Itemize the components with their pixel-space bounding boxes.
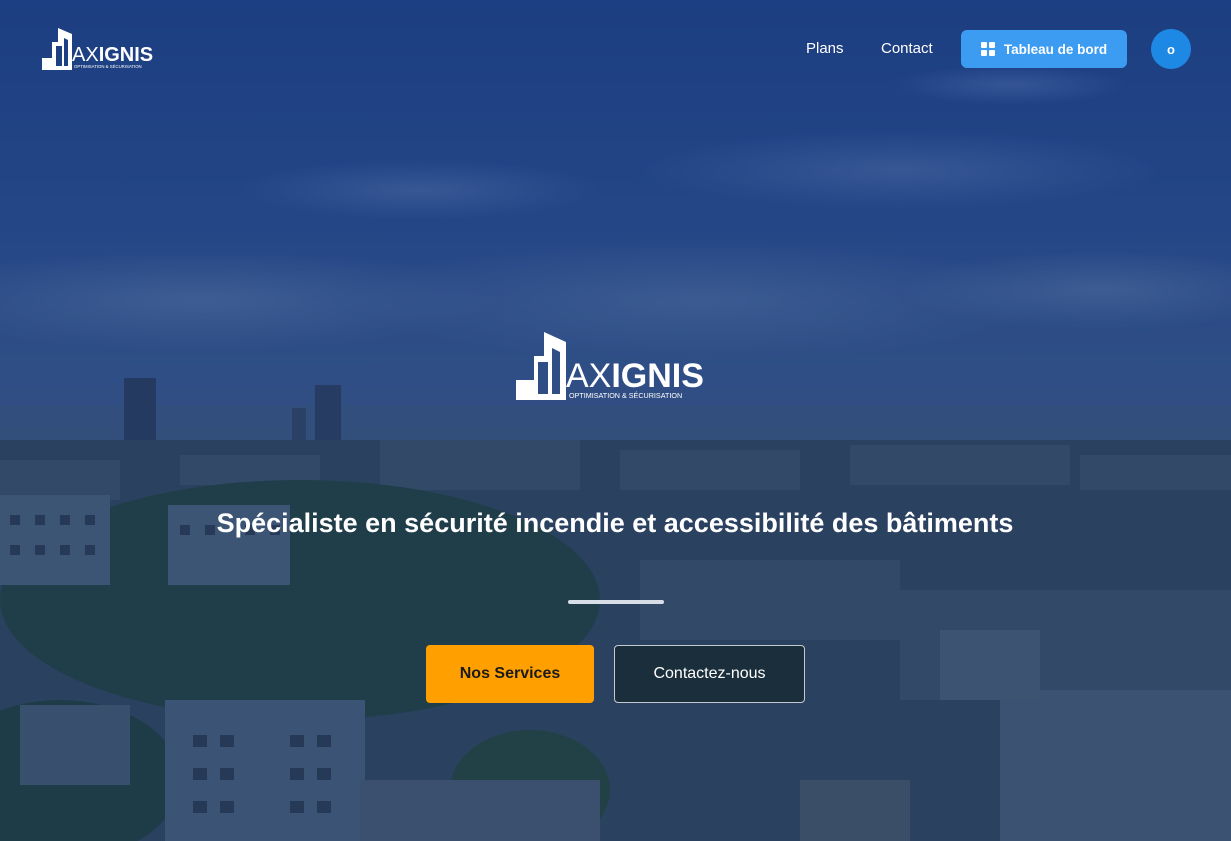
svg-text:AXIGNIS: AXIGNIS bbox=[72, 44, 153, 66]
hero-section bbox=[0, 0, 1231, 841]
tagline-bold2: accessibilité des bâtiments bbox=[663, 508, 1014, 538]
dashboard-button[interactable]: Tableau de bord bbox=[961, 30, 1127, 68]
hero-tagline: Spécialiste en sécurité incendie et acce… bbox=[215, 505, 1015, 541]
svg-text:AXIGNIS: AXIGNIS bbox=[566, 357, 704, 395]
dashboard-grid-icon bbox=[980, 42, 995, 56]
tagline-part1: Spécialiste en bbox=[216, 508, 405, 538]
hero-brand-tagline: OPTIMISATION & SÉCURISATION bbox=[569, 391, 682, 400]
hero-brand-light: AX bbox=[566, 357, 611, 395]
contact-button[interactable]: Contactez-nous bbox=[614, 645, 805, 703]
axignis-hero-logo: AXIGNIS OPTIMISATION & SÉCURISATION bbox=[516, 332, 704, 400]
dashboard-button-label: Tableau de bord bbox=[1003, 41, 1108, 57]
brand-name-light: AX bbox=[72, 44, 99, 66]
brand-name-bold: IGNIS bbox=[99, 44, 153, 66]
blue-overlay bbox=[0, 0, 1231, 841]
tagline-part2: et bbox=[624, 508, 664, 538]
building-logo-icon bbox=[516, 332, 566, 400]
services-button[interactable]: Nos Services bbox=[426, 645, 594, 703]
tagline-bold1: sécurité incendie bbox=[404, 508, 625, 538]
axignis-logo[interactable]: AXIGNIS OPTIMISATION & SÉCURISATION bbox=[42, 28, 168, 72]
brand-tagline: OPTIMISATION & SÉCURISATION bbox=[74, 64, 142, 69]
building-logo-icon bbox=[42, 28, 72, 70]
nav-link-plans[interactable]: Plans bbox=[806, 40, 844, 57]
user-avatar[interactable]: o bbox=[1151, 29, 1191, 69]
hero-brand-bold: IGNIS bbox=[611, 357, 704, 395]
top-navbar: AXIGNIS OPTIMISATION & SÉCURISATION Plan… bbox=[0, 0, 1231, 100]
hero-divider bbox=[568, 600, 664, 604]
nav-link-contact[interactable]: Contact bbox=[881, 40, 933, 57]
